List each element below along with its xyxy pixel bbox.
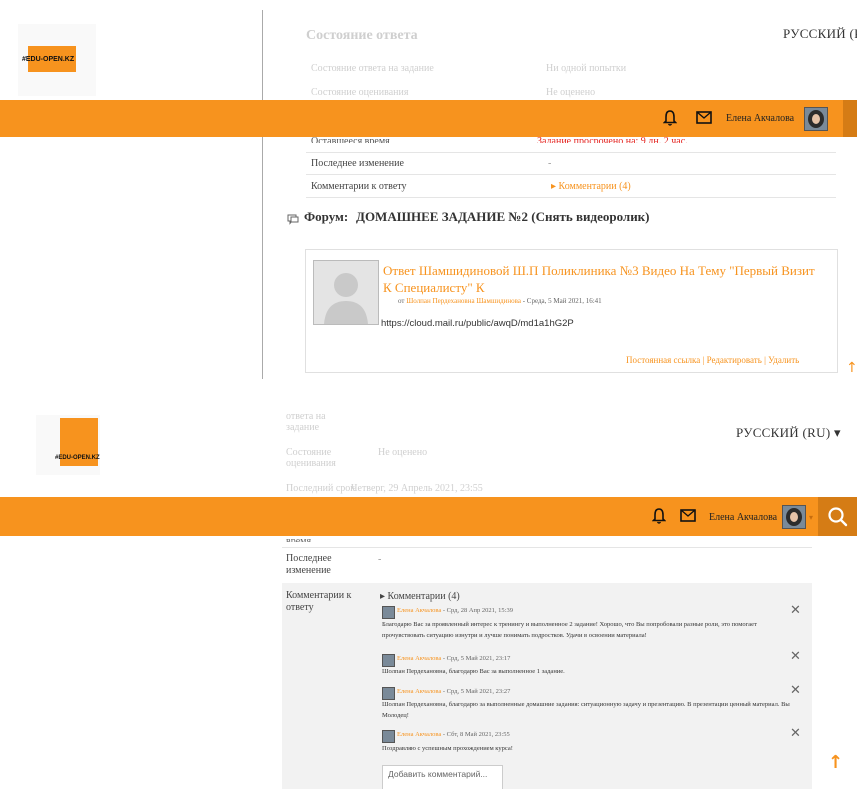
close-icon[interactable]: ✕ bbox=[790, 683, 801, 698]
comments-label: Комментарии к ответу bbox=[311, 181, 407, 192]
comments-toggle[interactable]: ▸ Комментарии (4) bbox=[551, 181, 631, 192]
comment-text: Шолпан Пердехановна, благодарю Вас за вы… bbox=[382, 668, 565, 675]
status-heading: Состояние ответа bbox=[306, 28, 418, 43]
comment-header: Елена Акчалова - Срд, 28 Апр 2021, 15:39 bbox=[397, 607, 513, 614]
forum-name-link[interactable]: ДОМАШНЕЕ ЗАДАНИЕ №2 (Снять видеоролик) bbox=[356, 209, 650, 225]
user-name[interactable]: Елена Акчалова bbox=[709, 512, 777, 523]
search-button[interactable] bbox=[843, 100, 857, 137]
comment-date: - Срд, 28 Апр 2021, 15:39 bbox=[441, 607, 513, 614]
comments-toggle[interactable]: ▸ Комментарии (4) bbox=[380, 591, 460, 602]
overdue-value: Задание просрочено на: 9 дн. 2 час. bbox=[537, 136, 688, 143]
grading-label: Состояние оценивания bbox=[286, 447, 336, 469]
last-modified-value: - bbox=[548, 158, 552, 169]
bell-icon[interactable] bbox=[662, 109, 678, 127]
user-name[interactable]: Елена Акчалова bbox=[726, 113, 794, 124]
scroll-up-icon[interactable]: ↑ bbox=[846, 360, 857, 376]
time-remaining-label: Оставшееся время bbox=[311, 136, 390, 143]
comment-author-link[interactable]: Елена Акчалова bbox=[397, 731, 441, 738]
comments-label: Комментарии к ответу bbox=[286, 590, 352, 613]
grading-value: Не оценено bbox=[546, 87, 596, 98]
deadline-label: Последний срок bbox=[286, 483, 356, 494]
row-divider bbox=[282, 547, 812, 548]
post-title-link[interactable]: Ответ Шамшидиновой Ш.П Поликлиника №3 Ви… bbox=[383, 262, 823, 296]
logo-text: #EDU-OPEN.KZ bbox=[55, 455, 100, 461]
comment-text: Благодарю Вас за проявленный интерес к т… bbox=[382, 621, 757, 639]
comment-header: Елена Акчалова - Сбт, 8 Май 2021, 23:55 bbox=[397, 731, 510, 738]
close-icon[interactable]: ✕ bbox=[790, 726, 801, 741]
envelope-icon[interactable] bbox=[696, 111, 712, 124]
column-divider bbox=[262, 10, 263, 379]
grading-value: Не оценено bbox=[378, 447, 428, 458]
language-menu[interactable]: РУССКИЙ (RU bbox=[783, 26, 857, 42]
comment-author-link[interactable]: Елена Акчалова bbox=[397, 688, 441, 695]
submission-status-label: ответа на задание bbox=[286, 411, 326, 433]
user-avatar[interactable] bbox=[782, 505, 806, 529]
screenshot-panel-bottom: #EDU-OPEN.KZ РУССКИЙ (RU) ▾ ответа на за… bbox=[0, 397, 857, 789]
forum-icon bbox=[287, 212, 299, 225]
post-date: - Среда, 5 Май 2021, 16:41 bbox=[520, 297, 602, 305]
add-comment-textarea[interactable]: Добавить комментарий... bbox=[382, 765, 503, 789]
envelope-icon[interactable] bbox=[680, 509, 696, 522]
comment-header: Елена Акчалова - Срд, 5 Май 2021, 23:27 bbox=[397, 688, 510, 695]
user-avatar[interactable] bbox=[804, 107, 828, 131]
screenshot-panel-top: #EDU-OPEN.KZ РУССКИЙ (RU Состояние ответ… bbox=[0, 0, 857, 379]
row-divider bbox=[306, 152, 836, 153]
status-value: Ни одной попытки bbox=[546, 63, 627, 74]
last-modified-value: - bbox=[378, 554, 382, 565]
comment-text: Шолпан Пердехановна, благодарю за выполн… bbox=[382, 701, 790, 719]
forum-prefix: Форум: bbox=[304, 209, 349, 224]
last-modified-label: Последнее изменение bbox=[311, 158, 404, 169]
comment-author-link[interactable]: Елена Акчалова bbox=[397, 655, 441, 662]
user-menu-caret-icon[interactable]: ▾ bbox=[809, 513, 813, 522]
post-author-link[interactable]: Шолпан Пердехановна Шамшидинова bbox=[406, 297, 521, 305]
language-menu[interactable]: РУССКИЙ (RU) ▾ bbox=[736, 425, 841, 441]
comment-text: Поздравляю с успешным прохождением курса… bbox=[382, 745, 513, 752]
comment-date: - Срд, 5 Май 2021, 23:17 bbox=[441, 655, 511, 662]
post-meta: от Шолпан Пердехановна Шамшидинова - Сре… bbox=[398, 297, 602, 305]
last-modified-label: Последнее изменение bbox=[286, 553, 332, 576]
post-actions[interactable]: Постоянная ссылка | Редактировать | Удал… bbox=[626, 355, 799, 365]
comment-date: - Сбт, 8 Май 2021, 23:55 bbox=[441, 731, 510, 738]
close-icon[interactable]: ✕ bbox=[790, 603, 801, 618]
grading-label: Состояние оценивания bbox=[311, 87, 409, 98]
search-icon bbox=[828, 507, 848, 527]
close-icon[interactable]: ✕ bbox=[790, 649, 801, 664]
time-label-fragment: время bbox=[286, 536, 312, 542]
comment-author-avatar bbox=[382, 730, 395, 743]
status-label: Состояние ответа на задание bbox=[311, 63, 434, 74]
row-divider bbox=[306, 174, 836, 175]
comment-date: - Срд, 5 Май 2021, 23:27 bbox=[441, 688, 511, 695]
comment-author-avatar bbox=[382, 606, 395, 619]
row-divider bbox=[306, 197, 836, 198]
post-meta-prefix: от bbox=[398, 297, 405, 305]
comment-author-link[interactable]: Елена Акчалова bbox=[397, 607, 441, 614]
search-button[interactable] bbox=[818, 497, 857, 536]
comment-header: Елена Акчалова - Срд, 5 Май 2021, 23:17 bbox=[397, 655, 510, 662]
post-author-avatar bbox=[313, 260, 379, 325]
logo-text: #EDU-OPEN.KZ bbox=[22, 56, 75, 63]
deadline-value: Четверг, 29 Апрель 2021, 23:55 bbox=[351, 483, 483, 494]
bell-icon[interactable] bbox=[651, 507, 667, 525]
post-body-link[interactable]: https://cloud.mail.ru/public/awqD/md1a1h… bbox=[381, 318, 574, 329]
scroll-up-icon[interactable]: ↑ bbox=[828, 752, 843, 773]
